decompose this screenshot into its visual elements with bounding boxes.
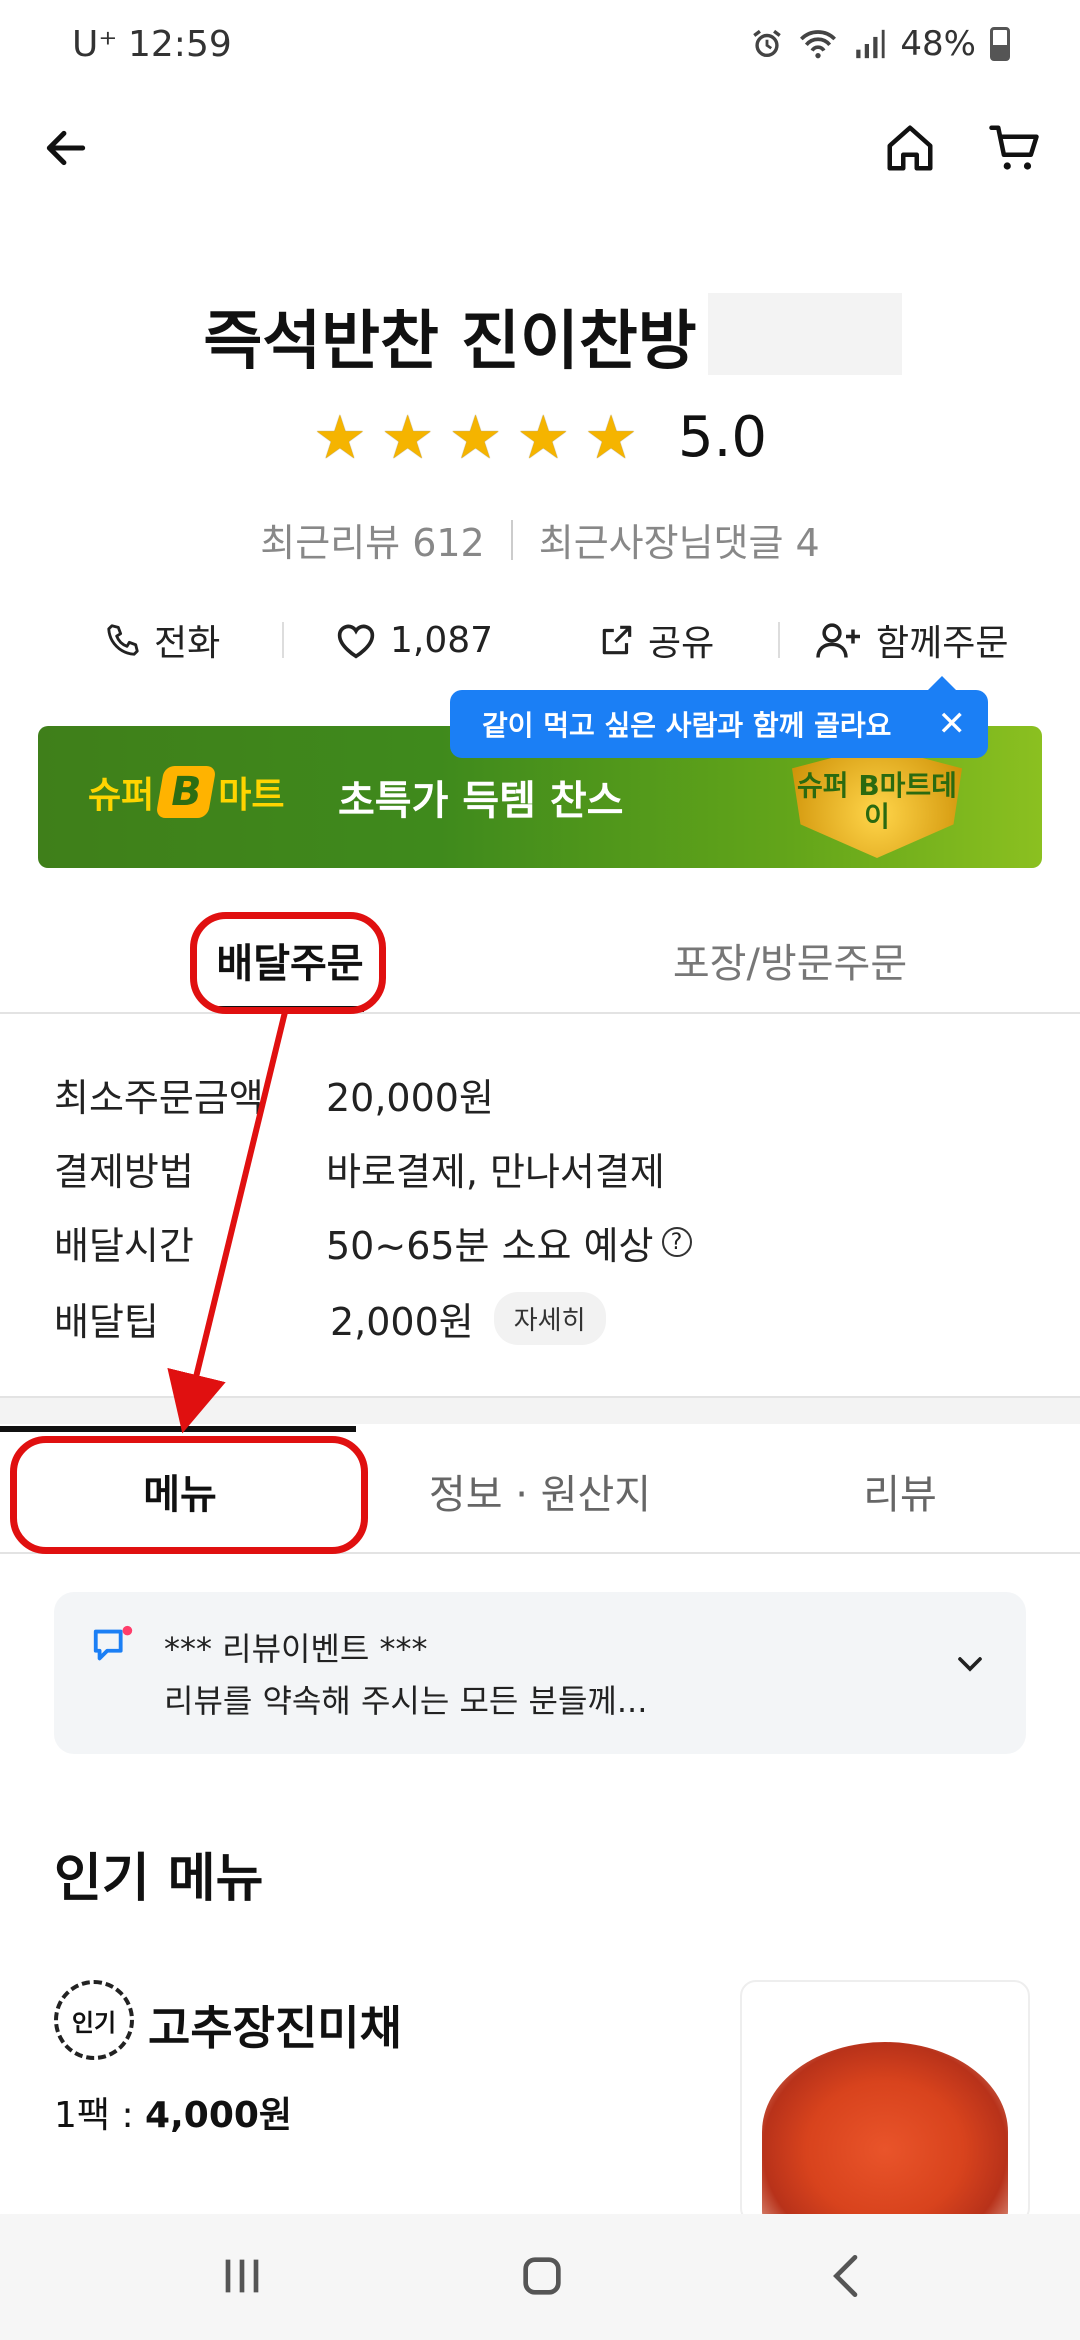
annotation-arrow: [167, 1011, 288, 1434]
